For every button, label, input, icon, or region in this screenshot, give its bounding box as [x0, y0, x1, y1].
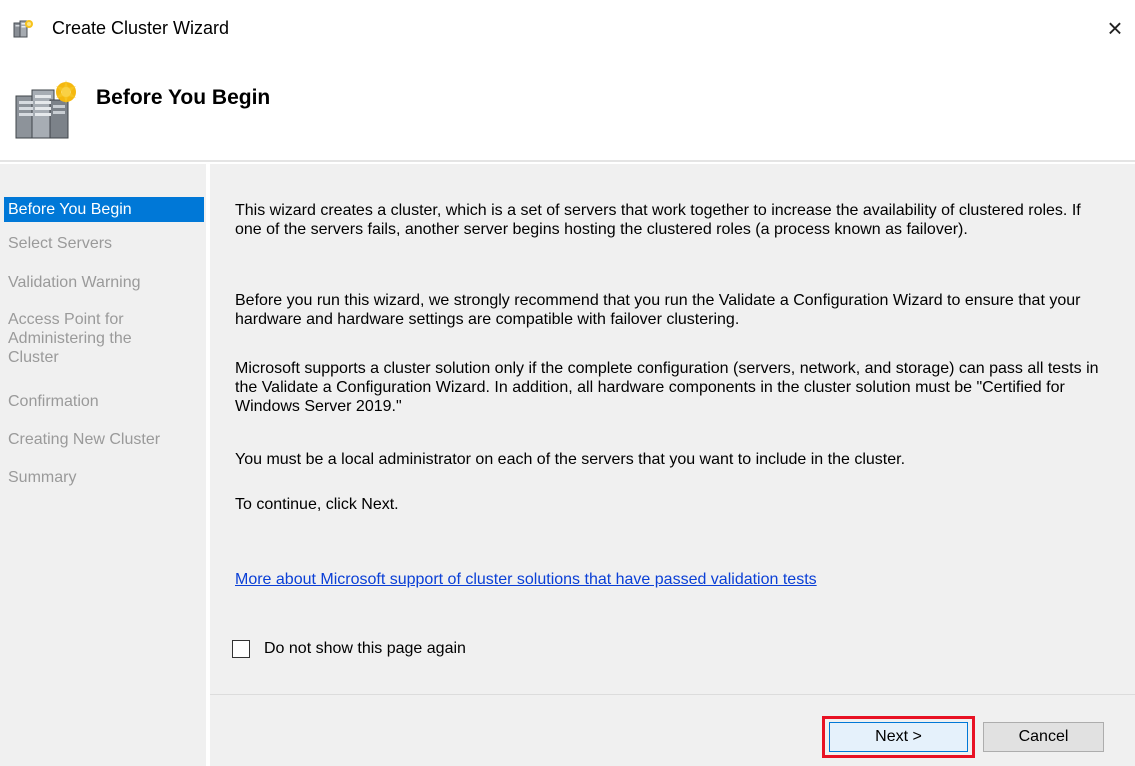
window-title: Create Cluster Wizard	[52, 18, 230, 38]
support-paragraph: Microsoft supports a cluster solution on…	[235, 360, 1099, 415]
validate-recommendation-paragraph: Before you run this wizard, we strongly …	[235, 292, 1081, 328]
do-not-show-again-checkbox[interactable]	[232, 640, 250, 658]
admin-requirement-paragraph: You must be a local administrator on eac…	[235, 451, 906, 468]
intro-paragraph: This wizard creates a cluster, which is …	[235, 202, 1081, 238]
nav-item-summary: Summary	[8, 469, 77, 486]
nav-item-select-servers: Select Servers	[8, 235, 113, 252]
next-button[interactable]: Next >	[829, 722, 968, 752]
do-not-show-again-option[interactable]: Do not show this page again	[232, 638, 466, 660]
nav-item-confirmation: Confirmation	[8, 393, 99, 410]
nav-item-validation-warning: Validation Warning	[8, 274, 141, 291]
cancel-button[interactable]: Cancel	[983, 722, 1104, 752]
button-bar: Next > Cancel	[210, 695, 1135, 766]
continue-instruction: To continue, click Next.	[235, 496, 399, 513]
content-pane: This wizard creates a cluster, which is …	[210, 164, 1135, 694]
support-info-link[interactable]: More about Microsoft support of cluster …	[235, 571, 817, 589]
nav-item-access-point: Access Point for Administering the Clust…	[8, 311, 132, 366]
close-icon[interactable]: ×	[1098, 12, 1132, 44]
wizard-steps-nav: Before You Begin Select Servers Validati…	[0, 164, 206, 766]
cluster-server-icon	[13, 20, 33, 38]
page-title: Before You Begin	[96, 86, 271, 109]
wizard-header: Before You Begin	[0, 62, 1135, 162]
cluster-servers-large-icon	[15, 80, 76, 139]
title-bar: Create Cluster Wizard ×	[0, 0, 1135, 62]
nav-item-before-you-begin: Before You Begin	[4, 197, 204, 222]
do-not-show-again-label: Do not show this page again	[264, 640, 466, 657]
nav-item-creating-new-cluster: Creating New Cluster	[8, 431, 161, 448]
